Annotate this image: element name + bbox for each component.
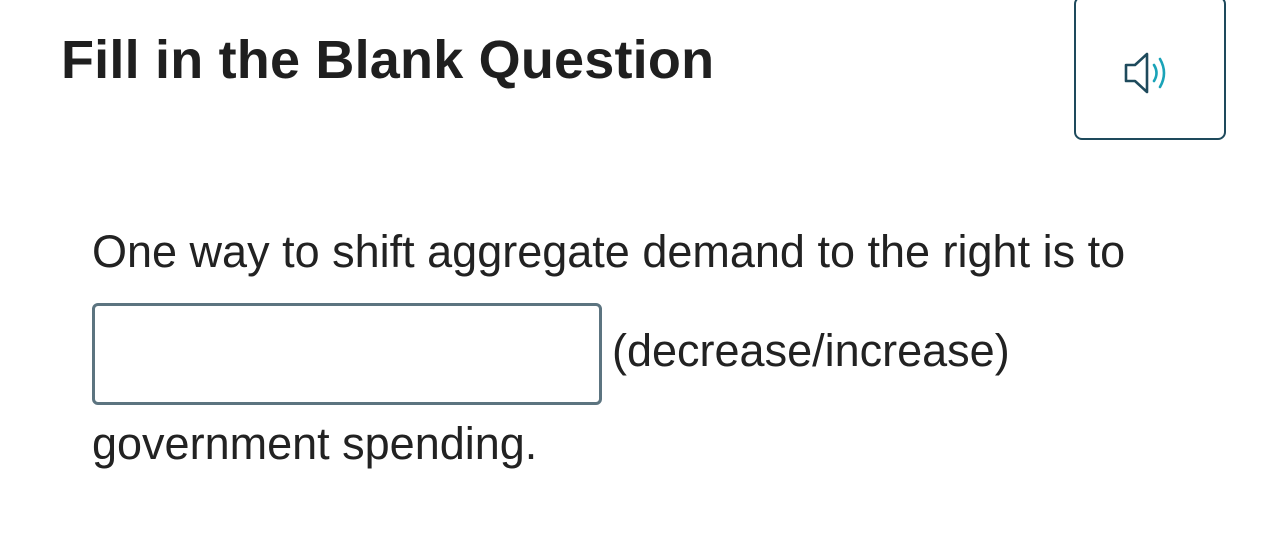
question-text-after: government spending. — [92, 418, 538, 469]
question-text-before: One way to shift aggregate demand to the… — [92, 226, 1126, 277]
answer-hint: (decrease/increase) — [612, 325, 1010, 376]
page-title: Fill in the Blank Question — [61, 30, 715, 90]
answer-blank-input[interactable] — [92, 303, 602, 405]
speaker-icon — [1122, 38, 1178, 98]
audio-button[interactable] — [1074, 0, 1226, 140]
